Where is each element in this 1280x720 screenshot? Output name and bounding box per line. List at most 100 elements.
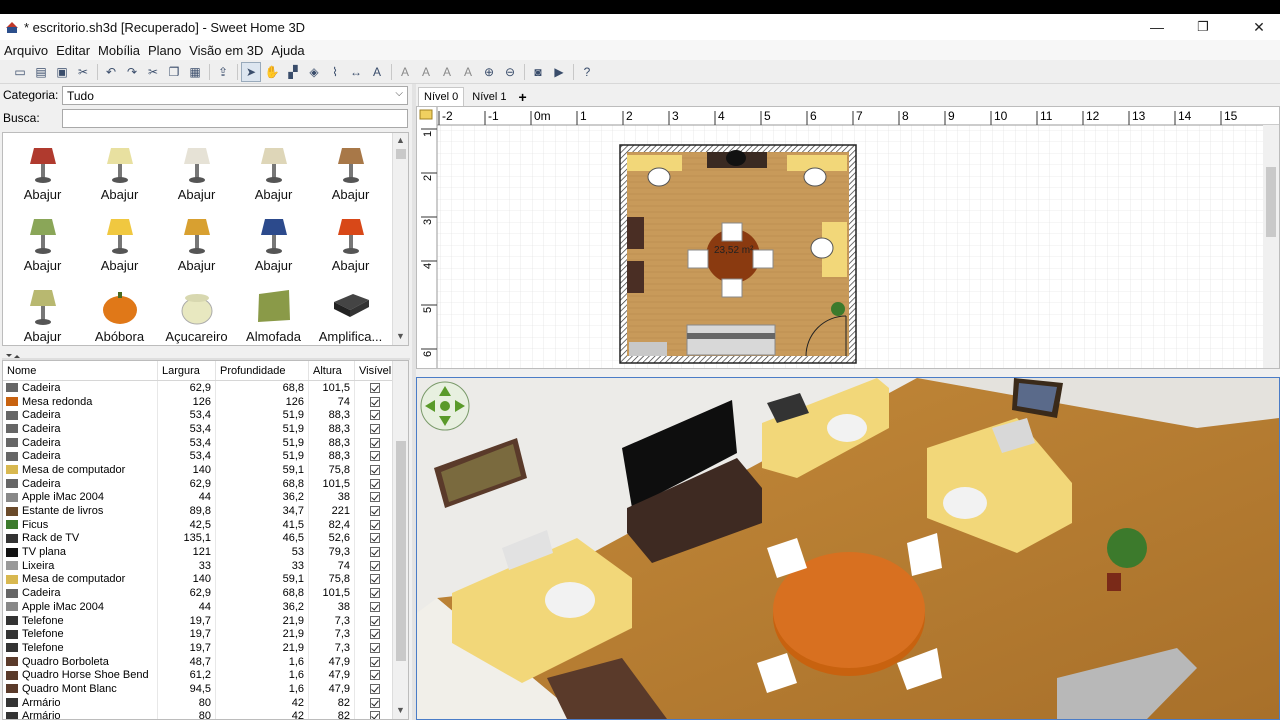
- plan-plotter[interactable]: [686, 324, 776, 356]
- catalog-splitter[interactable]: [2, 349, 410, 360]
- visible-checkbox[interactable]: [369, 423, 380, 434]
- video-button[interactable]: ▶: [549, 62, 569, 82]
- plan-cabinet[interactable]: [627, 217, 644, 249]
- table-row[interactable]: Cadeira 53,4 51,9 88,3: [3, 435, 408, 450]
- visible-checkbox[interactable]: [369, 410, 380, 421]
- plan-scrollbar[interactable]: [1263, 125, 1279, 368]
- table-row[interactable]: Cadeira 53,4 51,9 88,3: [3, 408, 408, 423]
- visible-checkbox[interactable]: [369, 519, 380, 530]
- italic-button[interactable]: A: [437, 62, 457, 82]
- plan-cabinet[interactable]: [627, 261, 644, 293]
- scrollbar-thumb[interactable]: [1266, 167, 1276, 237]
- table-row[interactable]: Lixeira 33 33 74: [3, 558, 408, 573]
- create-walls-button[interactable]: ▞: [283, 62, 303, 82]
- table-row[interactable]: Quadro Mont Blanc 94,5 1,6 47,9: [3, 682, 408, 696]
- catalog-item[interactable]: Abajur: [235, 133, 312, 204]
- table-row[interactable]: Mesa de computador 140 59,1 75,8: [3, 572, 408, 587]
- undo-button[interactable]: ↶: [101, 62, 121, 82]
- catalog-item[interactable]: Amplifica...: [312, 275, 389, 345]
- zoom-in-button[interactable]: ⊕: [479, 62, 499, 82]
- plan-cabinet[interactable]: [629, 342, 667, 356]
- visible-checkbox[interactable]: [369, 629, 380, 640]
- menu-ajuda[interactable]: Ajuda: [267, 43, 308, 58]
- paste-button[interactable]: ▦: [185, 62, 205, 82]
- visible-checkbox[interactable]: [369, 396, 380, 407]
- table-row[interactable]: Quadro Horse Shoe Bend 61,2 1,6 47,9: [3, 668, 408, 683]
- catalog-item[interactable]: Abajur: [81, 133, 158, 204]
- catalog-item[interactable]: Abóbora: [81, 275, 158, 345]
- select-button[interactable]: ➤: [241, 61, 261, 82]
- visible-checkbox[interactable]: [369, 533, 380, 544]
- table-row[interactable]: Cadeira 62,9 68,8 101,5: [3, 381, 408, 395]
- plan-chair[interactable]: [721, 278, 743, 298]
- table-row[interactable]: Telefone 19,7 21,9 7,3: [3, 613, 408, 628]
- new-file-button[interactable]: ▭: [10, 62, 30, 82]
- minimize-button[interactable]: —: [1134, 14, 1180, 40]
- catalog-scrollbar[interactable]: ▲ ▼: [392, 133, 408, 345]
- text-style-button[interactable]: A: [395, 62, 415, 82]
- category-select[interactable]: Tudo ⌵: [62, 86, 408, 105]
- visible-checkbox[interactable]: [369, 560, 380, 571]
- table-row[interactable]: Mesa redonda 126 126 74: [3, 394, 408, 409]
- maximize-button[interactable]: ❐: [1180, 14, 1226, 40]
- table-row[interactable]: Rack de TV 135,1 46,5 52,6: [3, 531, 408, 546]
- catalog-item[interactable]: Abajur: [158, 204, 235, 275]
- save-button[interactable]: ▣: [52, 62, 72, 82]
- table-row[interactable]: Cadeira 62,9 68,8 101,5: [3, 586, 408, 600]
- plan-chair[interactable]: [752, 249, 774, 269]
- table-row[interactable]: TV plana 121 53 79,3: [3, 545, 408, 559]
- 3d-canvas[interactable]: [417, 378, 1279, 719]
- catalog-item[interactable]: Almofada: [235, 275, 312, 345]
- table-row[interactable]: Ficus 42,5 41,5 82,4: [3, 517, 408, 532]
- create-polylines-button[interactable]: ⌇: [325, 62, 345, 82]
- visible-checkbox[interactable]: [369, 492, 380, 503]
- table-row[interactable]: Apple iMac 2004 44 36,2 38: [3, 490, 408, 505]
- close-button[interactable]: ✕: [1236, 14, 1280, 40]
- table-row[interactable]: Telefone 19,7 21,9 7,3: [3, 627, 408, 642]
- table-row[interactable]: Mesa de computador 140 59,1 75,8: [3, 463, 408, 477]
- pan-button[interactable]: ✋: [262, 62, 282, 82]
- plan-chair[interactable]: [687, 249, 709, 269]
- scroll-down-icon[interactable]: ▼: [396, 705, 405, 715]
- visible-checkbox[interactable]: [369, 506, 380, 517]
- visible-checkbox[interactable]: [369, 615, 380, 626]
- table-row[interactable]: Quadro Borboleta 48,7 1,6 47,9: [3, 654, 408, 669]
- menu-plano[interactable]: Plano: [144, 43, 185, 58]
- visible-checkbox[interactable]: [369, 670, 380, 681]
- visible-checkbox[interactable]: [369, 683, 380, 694]
- horizontal-splitter[interactable]: [416, 369, 1280, 377]
- plan-tv[interactable]: [726, 150, 746, 166]
- add-furniture-button[interactable]: ⇪: [213, 62, 233, 82]
- visible-checkbox[interactable]: [369, 437, 380, 448]
- visible-checkbox[interactable]: [369, 547, 380, 558]
- table-row[interactable]: Cadeira 62,9 68,8 101,5: [3, 476, 408, 491]
- visible-checkbox[interactable]: [369, 711, 380, 719]
- tab-nivel-1[interactable]: Nível 1: [466, 87, 513, 106]
- col-profundidade[interactable]: Profundidade: [216, 361, 309, 380]
- table-row[interactable]: Apple iMac 2004 44 36,2 38: [3, 600, 408, 614]
- floor-plan[interactable]: -2 -1 0m 1 2 3 4 5 6 7 8 9 10 11 12 13 14 15 123456: [416, 106, 1280, 369]
- table-row[interactable]: Estante de livros 89,8 34,7 221: [3, 504, 408, 518]
- help-button[interactable]: ?: [577, 62, 597, 82]
- scroll-up-icon[interactable]: ▲: [396, 135, 405, 145]
- table-row[interactable]: Telefone 19,7 21,9 7,3: [3, 641, 408, 655]
- menu-arquivo[interactable]: Arquivo: [0, 43, 52, 58]
- menu-mobilia[interactable]: Mobília: [94, 43, 144, 58]
- catalog-item[interactable]: Abajur: [158, 133, 235, 204]
- plan-chair[interactable]: [803, 167, 827, 187]
- col-visivel[interactable]: Visível: [355, 361, 395, 380]
- zoom-out-button[interactable]: ⊖: [500, 62, 520, 82]
- visible-checkbox[interactable]: [369, 588, 380, 599]
- visible-checkbox[interactable]: [369, 656, 380, 667]
- catalog-item[interactable]: Abajur: [81, 204, 158, 275]
- visible-checkbox[interactable]: [369, 601, 380, 612]
- catalog-item[interactable]: Abajur: [4, 133, 81, 204]
- table-row[interactable]: Armário 80 42 82: [3, 709, 408, 719]
- table-scrollbar[interactable]: ▼: [392, 361, 408, 719]
- visible-checkbox[interactable]: [369, 464, 380, 475]
- scrollbar-thumb[interactable]: [396, 441, 406, 661]
- visible-checkbox[interactable]: [369, 642, 380, 653]
- plan-chair[interactable]: [721, 222, 743, 242]
- copy-button[interactable]: ❐: [164, 62, 184, 82]
- catalog-item[interactable]: Abajur: [4, 275, 81, 345]
